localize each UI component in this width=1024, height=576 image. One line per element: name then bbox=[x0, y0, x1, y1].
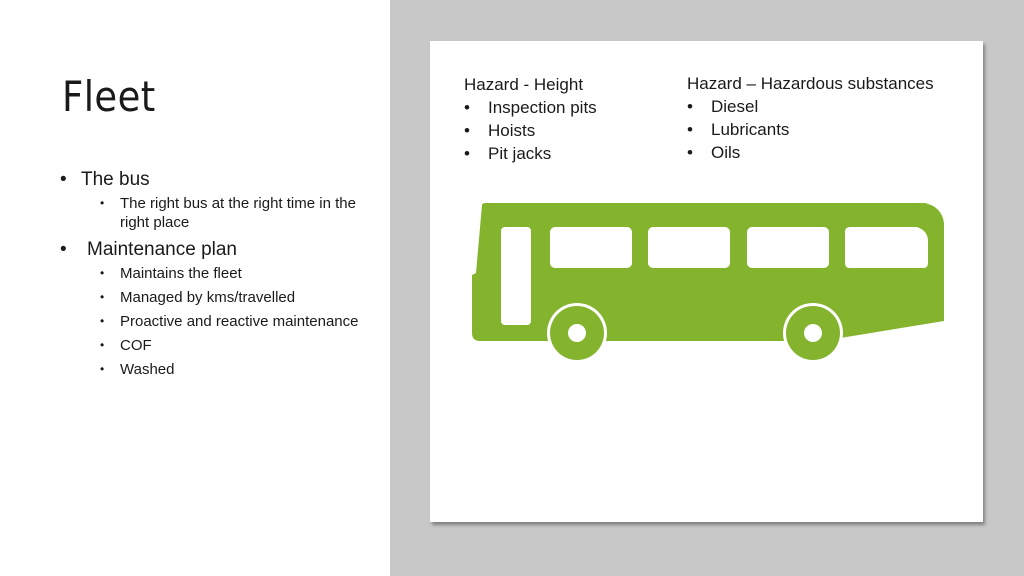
hazard-item: Lubricants bbox=[687, 118, 934, 141]
hazard-card: Hazard - Height Inspection pits Hoists P… bbox=[430, 41, 983, 522]
hazard-substances-heading: Hazard – Hazardous substances bbox=[687, 74, 934, 93]
sub-bullet: Washed bbox=[60, 360, 380, 379]
slide-title: Fleet bbox=[62, 72, 156, 121]
sub-bullet: Proactive and reactive maintenance bbox=[60, 312, 380, 331]
bus-window bbox=[648, 227, 730, 268]
slide-text-pane: Fleet The bus The right bus at the right… bbox=[0, 0, 390, 576]
hazard-substances-list: Hazard – Hazardous substances Diesel Lub… bbox=[687, 72, 934, 164]
bus-body bbox=[472, 203, 944, 341]
bus-window bbox=[747, 227, 829, 268]
hazard-item: Hoists bbox=[464, 119, 597, 142]
hazard-item: Oils bbox=[687, 141, 934, 164]
hazard-item: Diesel bbox=[687, 95, 934, 118]
hazard-height-heading: Hazard - Height bbox=[464, 75, 584, 94]
bullet-list: The bus The right bus at the right time … bbox=[60, 168, 380, 384]
bullet-the-bus: The bus bbox=[60, 168, 380, 192]
sub-bullet: Maintains the fleet bbox=[60, 264, 380, 283]
sub-bullet: The right bus at the right time in the r… bbox=[60, 194, 380, 232]
bus-window-front bbox=[845, 227, 928, 268]
bullet-maintenance-plan: Maintenance plan bbox=[60, 238, 380, 262]
hazard-item: Pit jacks bbox=[464, 142, 597, 165]
bus-door bbox=[501, 227, 531, 325]
hazard-item: Inspection pits bbox=[464, 96, 597, 119]
hazard-height-list: Hazard - Height Inspection pits Hoists P… bbox=[464, 73, 597, 165]
bus-icon bbox=[472, 203, 944, 363]
sub-bullet: COF bbox=[60, 336, 380, 355]
bus-window bbox=[550, 227, 632, 268]
sub-bullet: Managed by kms/travelled bbox=[60, 288, 380, 307]
